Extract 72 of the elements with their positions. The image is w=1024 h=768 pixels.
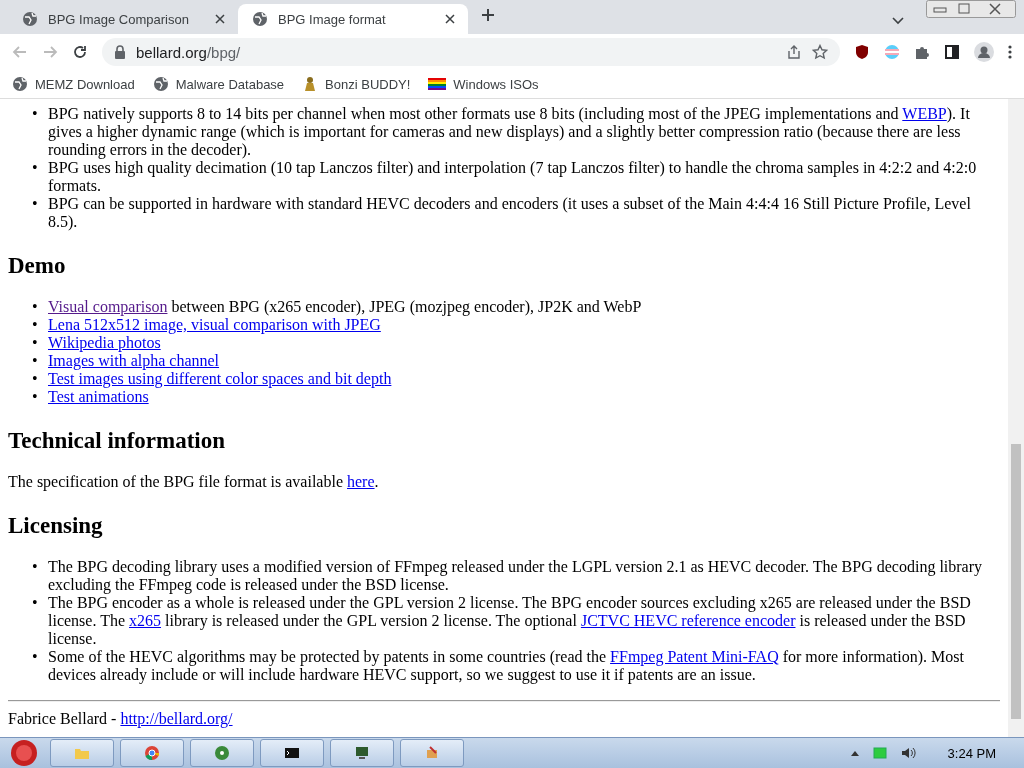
- bullet: •: [32, 105, 39, 124]
- paragraph: Fabrice Bellard - http://bellard.org/: [8, 710, 234, 728]
- link[interactable]: Wikipedia photos: [48, 334, 161, 351]
- bullet: •: [32, 558, 39, 577]
- link[interactable]: JCTVC HEVC reference encoder: [580, 612, 796, 629]
- bullet: •: [32, 334, 39, 352]
- bookmark[interactable]: Bonzi BUDDY!: [325, 76, 411, 92]
- plus-icon[interactable]: [480, 7, 496, 23]
- list-item: BPG uses high quality decimation (10 tap Lanczos filter) and interpolation (7 tap Lanczos filter) to handle the chroma samples in 4:2:2 and 4:2:0 formats.: [48, 159, 978, 195]
- globe-icon: [12, 76, 28, 92]
- bookmark[interactable]: Malware Database: [175, 76, 285, 92]
- list-item: Visual comparison between BPG (x265 encoder), JPEG (mozjpeg encoder), JP2K and WebP: [48, 298, 643, 316]
- terminal-icon: [284, 745, 300, 761]
- bookmark[interactable]: Windows ISOs: [453, 76, 539, 92]
- address-bar[interactable]: bellard.org/bpg/: [102, 38, 840, 66]
- paint-icon: [424, 745, 440, 761]
- link[interactable]: here: [347, 473, 375, 490]
- link[interactable]: Images with alpha channel: [48, 352, 220, 369]
- paragraph: The specification of the BPG file format is available here.: [8, 473, 380, 491]
- monitor-icon: [354, 745, 370, 761]
- globe-icon: [22, 11, 38, 27]
- browser-tab[interactable]: BPG Image Comparison: [8, 4, 238, 34]
- bullet: •: [32, 648, 39, 667]
- section-heading: Licensing: [8, 513, 104, 539]
- scrollbar[interactable]: [1008, 99, 1024, 737]
- browser-tab[interactable]: BPG Image format: [238, 4, 468, 34]
- bullet: •: [32, 388, 39, 406]
- list-item: BPG natively supports 8 to 14 bits per channel when most other formats use 8 bits (including most of the JPEG implementations and WEBP). It gives a higher dynamic range (which is important for cameras and new displays) and a slightly better compression ratio (because there are less rounding errors in the decoder).: [48, 105, 971, 159]
- orb-icon: [10, 739, 38, 767]
- section-heading: Technical information: [8, 428, 227, 454]
- caret-up-icon[interactable]: [849, 749, 860, 757]
- link[interactable]: Test images using different color spaces and bit depth: [48, 370, 392, 387]
- share-icon[interactable]: [786, 44, 802, 60]
- taskbar-button[interactable]: [260, 739, 324, 767]
- reload-icon[interactable]: [72, 44, 88, 60]
- link[interactable]: Visual comparison: [48, 298, 168, 315]
- globe-icon: [252, 11, 268, 27]
- puzzle-icon[interactable]: [914, 44, 930, 60]
- bullet: •: [32, 195, 39, 214]
- browser-icon: [144, 745, 160, 761]
- globe-icon: [152, 76, 169, 92]
- list-item: The BPG decoding library uses a modified version of FFmpeg released under the LGPL version 2.1 as HEVC decoder. The BPG decoding library excluding the FFmpeg code is released under the BSD license.: [48, 558, 984, 594]
- sidebar-icon[interactable]: [944, 44, 960, 60]
- menu-icon[interactable]: [1008, 44, 1012, 60]
- bullet: •: [32, 316, 39, 334]
- link[interactable]: x265: [129, 612, 161, 629]
- bullet: •: [32, 370, 39, 388]
- bullet: •: [32, 159, 39, 178]
- link[interactable]: FFmpeg Patent Mini-FAQ: [610, 648, 779, 665]
- link[interactable]: Test animations: [48, 388, 149, 405]
- list-item: Some of the HEVC algorithms may be protected by patents in some countries (read the FFmpeg Patent Mini-FAQ for more information). Most devices already include or will include hardware HEVC support, so we suggest to use it if patents are an issue.: [48, 648, 965, 684]
- list-item: The BPG encoder as a whole is released under the GPL version 2 license. The BPG encoder sources excluding x265 are released under the BSD license. The x265 library is released under the GPL version 2 license. The optional JCTVC HEVC reference encoder is released under the BSD license.: [48, 594, 972, 648]
- link[interactable]: Lena 512x512 image, visual comparison with JPEG: [48, 316, 381, 333]
- bullet: •: [32, 352, 39, 370]
- list-item: BPG can be supported in hardware with standard HEVC decoders and encoders (it uses a subset of the Main 4:4:4 16 Still Picture Profile, Level 8.5).: [48, 195, 972, 231]
- clock[interactable]: 3:24 PM: [947, 745, 996, 761]
- speaker-icon[interactable]: [899, 745, 916, 761]
- bookmark[interactable]: MEMZ Download: [35, 76, 135, 92]
- lock-icon: [114, 45, 126, 59]
- bullet: •: [32, 594, 39, 613]
- star-icon[interactable]: [812, 44, 828, 60]
- link[interactable]: WEBP: [902, 105, 947, 122]
- taskbar-button[interactable]: [330, 739, 394, 767]
- bullet: •: [32, 298, 39, 316]
- disc-icon: [214, 745, 230, 761]
- url-text: bellard.org/bpg/: [136, 43, 242, 61]
- section-heading: Demo: [8, 253, 67, 279]
- link[interactable]: http://bellard.org/: [120, 710, 233, 727]
- scroll-thumb[interactable]: [1011, 444, 1021, 719]
- shield-icon[interactable]: [854, 44, 870, 60]
- rainbow-flag-icon: [428, 76, 447, 92]
- profile-icon[interactable]: [974, 42, 994, 62]
